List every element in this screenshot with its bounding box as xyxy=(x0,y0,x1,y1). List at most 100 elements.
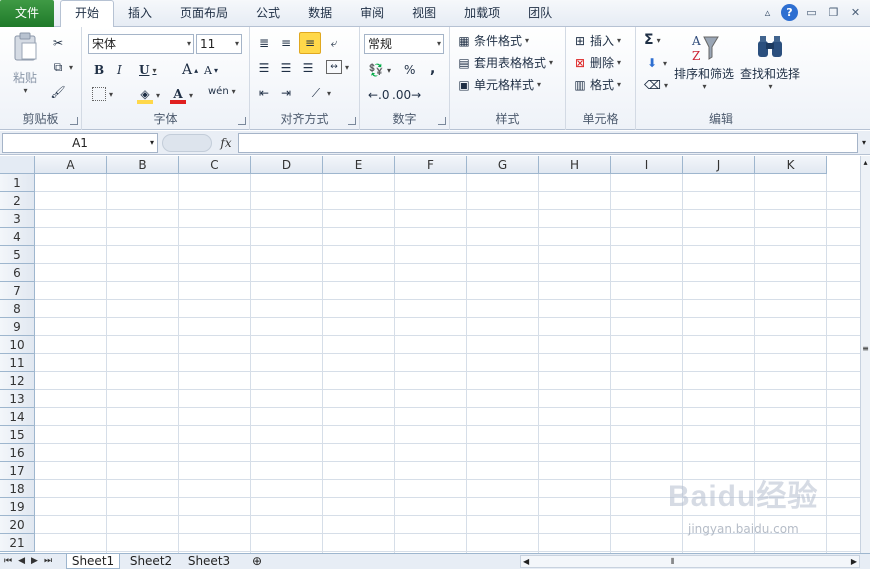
scroll-up-icon[interactable]: ▴ xyxy=(861,158,870,167)
last-sheet-icon[interactable]: ⏭ xyxy=(44,555,52,568)
autosum-dropdown-icon[interactable]: ▾ xyxy=(657,36,661,45)
cell-styles-dropdown-icon[interactable]: ▾ xyxy=(537,80,541,89)
table-dropdown-icon[interactable]: ▾ xyxy=(549,58,553,67)
orientation-dropdown-icon[interactable]: ▾ xyxy=(327,89,331,98)
column-header-b[interactable]: B xyxy=(107,156,179,174)
scroll-thumb-icon[interactable]: ⦀ xyxy=(671,556,675,568)
paste-dropdown-icon[interactable]: ▾ xyxy=(7,86,44,95)
conditional-dropdown-icon[interactable]: ▾ xyxy=(525,36,529,45)
bold-button[interactable]: B xyxy=(94,63,104,77)
row-header-3[interactable]: 3 xyxy=(0,210,35,228)
merge-center-button[interactable]: ↔ ▾ xyxy=(326,60,349,74)
fill-color-dropdown-icon[interactable]: ▾ xyxy=(156,91,160,100)
vertical-scrollbar[interactable]: ▴ ≡ xyxy=(860,156,870,553)
tab-file[interactable]: 文件 xyxy=(0,0,54,27)
first-sheet-icon[interactable]: ⏮ xyxy=(4,555,12,568)
help-icon[interactable]: ? xyxy=(781,4,798,21)
sort-filter-button[interactable]: A Z 排序和筛选 ▾ xyxy=(672,31,736,91)
sort-filter-dropdown-icon[interactable]: ▾ xyxy=(673,82,736,91)
orientation-button[interactable]: ⟋ ▾ xyxy=(308,85,331,101)
tab-home[interactable]: 开始 xyxy=(60,0,115,28)
tab-formulas[interactable]: 公式 xyxy=(242,1,294,27)
font-launcher-icon[interactable] xyxy=(238,117,246,125)
copy-button[interactable]: ⧉ ▾ xyxy=(50,59,73,75)
phonetic-button[interactable]: wén ▾ xyxy=(208,86,236,97)
minimize-ribbon-icon[interactable]: ▵ xyxy=(759,4,776,21)
format-painter-button[interactable]: 🖌 xyxy=(50,84,66,100)
column-header-h[interactable]: H xyxy=(539,156,611,174)
row-header-17[interactable]: 17 xyxy=(0,462,35,480)
sheet-tab-sheet1[interactable]: Sheet1 xyxy=(66,554,120,569)
tab-addins[interactable]: 加载项 xyxy=(450,1,514,27)
scroll-right-icon[interactable]: ▶ xyxy=(851,556,857,568)
prev-sheet-icon[interactable]: ◀ xyxy=(18,555,25,568)
tab-page-layout[interactable]: 页面布局 xyxy=(166,1,242,27)
restore-window-icon[interactable]: ❐ xyxy=(825,4,842,21)
row-header-20[interactable]: 20 xyxy=(0,516,35,534)
formula-input[interactable] xyxy=(238,133,858,153)
chevron-down-icon[interactable]: ▾ xyxy=(235,35,239,53)
column-header-d[interactable]: D xyxy=(251,156,323,174)
close-window-icon[interactable]: ✕ xyxy=(847,4,864,21)
clear-button[interactable]: ⌫ ▾ xyxy=(644,77,668,93)
font-size-combo[interactable]: 11 ▾ xyxy=(196,34,242,54)
column-header-i[interactable]: I xyxy=(611,156,683,174)
chevron-down-icon[interactable]: ▾ xyxy=(150,134,154,152)
align-top-button[interactable]: ≣ xyxy=(256,35,272,51)
increase-decimal-button[interactable]: ←.0 xyxy=(368,87,390,103)
row-header-14[interactable]: 14 xyxy=(0,408,35,426)
column-header-k[interactable]: K xyxy=(755,156,827,174)
align-middle-button[interactable]: ≡ xyxy=(278,35,294,51)
shrink-font-button[interactable]: A ▾ xyxy=(204,64,218,77)
column-header-c[interactable]: C xyxy=(179,156,251,174)
expand-formula-bar-icon[interactable]: ▾ xyxy=(859,133,869,153)
wrap-text-button[interactable]: ⤶ xyxy=(326,35,342,51)
font-name-combo[interactable]: 宋体 ▾ xyxy=(88,34,194,54)
row-header-2[interactable]: 2 xyxy=(0,192,35,210)
increase-indent-button[interactable]: ⇥ xyxy=(278,85,294,101)
tab-team[interactable]: 团队 xyxy=(514,1,566,27)
percent-button[interactable]: % xyxy=(404,63,415,77)
merge-dropdown-icon[interactable]: ▾ xyxy=(345,63,349,72)
italic-button[interactable]: I xyxy=(117,63,122,77)
format-dropdown-icon[interactable]: ▾ xyxy=(617,80,621,89)
column-header-g[interactable]: G xyxy=(467,156,539,174)
fill-button[interactable]: ⬇ ▾ xyxy=(644,55,667,71)
alignment-launcher-icon[interactable] xyxy=(348,117,356,125)
copy-dropdown-icon[interactable]: ▾ xyxy=(69,63,73,72)
accounting-dropdown-icon[interactable]: ▾ xyxy=(387,66,391,75)
phonetic-dropdown-icon[interactable]: ▾ xyxy=(232,87,236,96)
accounting-format-button[interactable]: 💱 ▾ xyxy=(368,62,392,78)
formula-bar-handle[interactable] xyxy=(162,134,212,152)
cell-styles-button[interactable]: ▣ 单元格样式 ▾ xyxy=(456,76,541,93)
row-header-8[interactable]: 8 xyxy=(0,300,35,318)
scroll-left-icon[interactable]: ◀ xyxy=(523,556,529,568)
new-sheet-icon[interactable]: ⊕ xyxy=(244,554,270,569)
fill-color-button[interactable]: ◈ ▾ xyxy=(137,86,160,104)
decrease-indent-button[interactable]: ⇤ xyxy=(256,85,272,101)
horizontal-scrollbar[interactable]: ◀ ⦀ ▶ xyxy=(520,555,860,568)
select-all-corner[interactable] xyxy=(0,156,35,174)
row-header-7[interactable]: 7 xyxy=(0,282,35,300)
clear-dropdown-icon[interactable]: ▾ xyxy=(664,81,668,90)
clipboard-launcher-icon[interactable] xyxy=(70,117,78,125)
row-header-6[interactable]: 6 xyxy=(0,264,35,282)
tab-review[interactable]: 审阅 xyxy=(346,1,398,27)
row-header-21[interactable]: 21 xyxy=(0,534,35,552)
column-header-a[interactable]: A xyxy=(35,156,107,174)
column-header-j[interactable]: J xyxy=(683,156,755,174)
row-header-5[interactable]: 5 xyxy=(0,246,35,264)
underline-button[interactable]: U ▾ xyxy=(139,63,156,77)
tab-view[interactable]: 视图 xyxy=(398,1,450,27)
column-header-e[interactable]: E xyxy=(323,156,395,174)
row-header-18[interactable]: 18 xyxy=(0,480,35,498)
align-bottom-button[interactable]: ≡ xyxy=(299,32,321,54)
sheet-tab-sheet3[interactable]: Sheet3 xyxy=(182,554,236,569)
name-box[interactable]: A1 ▾ xyxy=(2,133,158,153)
column-header-f[interactable]: F xyxy=(395,156,467,174)
delete-dropdown-icon[interactable]: ▾ xyxy=(617,58,621,67)
underline-dropdown-icon[interactable]: ▾ xyxy=(152,65,156,75)
scroll-thumb-icon[interactable]: ≡ xyxy=(861,344,870,353)
tab-insert[interactable]: 插入 xyxy=(114,1,166,27)
find-select-button[interactable]: 查找和选择 ▾ xyxy=(738,31,802,91)
